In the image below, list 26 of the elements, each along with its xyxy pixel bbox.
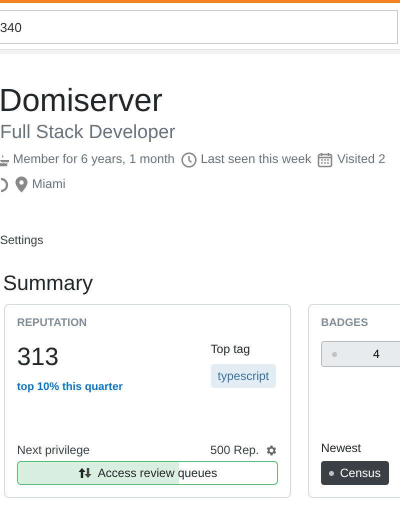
user-name: Domiserver xyxy=(0,82,164,118)
location-text: Miami xyxy=(32,176,66,193)
newest-label: Newest xyxy=(321,441,362,455)
privilege-name: Access review queues xyxy=(98,466,218,480)
clock-icon xyxy=(180,152,197,168)
profile-meta-text: Last seen this week xyxy=(200,151,312,168)
profile-meta-text: Visited 2 xyxy=(337,151,386,168)
newest-badge[interactable]: Census xyxy=(321,461,389,485)
user-title: Full Stack Developer xyxy=(0,122,176,144)
vote-arrows-icon xyxy=(78,467,92,479)
card-label: REPUTATION xyxy=(17,317,88,329)
reputation-value: 313 xyxy=(17,343,60,372)
next-privilege-label: Next privilege xyxy=(17,443,90,457)
settings-link[interactable]: Settings xyxy=(0,233,44,247)
rep-requirement: 500 Rep. xyxy=(210,443,259,457)
calendar-icon xyxy=(317,152,334,168)
settings-icon[interactable] xyxy=(265,444,278,456)
card-label: BADGES xyxy=(321,317,370,329)
section-heading: Summary xyxy=(3,271,94,296)
tag-chip[interactable]: typescript xyxy=(210,364,276,388)
profile-meta-text: Member for 6 years, 1 month xyxy=(13,151,175,168)
location-pin-icon xyxy=(15,176,28,193)
top-tag-label: Top tag xyxy=(210,342,252,356)
rank-link[interactable]: top 10% this quarter xyxy=(17,381,123,393)
search-field[interactable]: 340 xyxy=(0,10,398,44)
badge-count[interactable]: 4 xyxy=(321,341,400,367)
